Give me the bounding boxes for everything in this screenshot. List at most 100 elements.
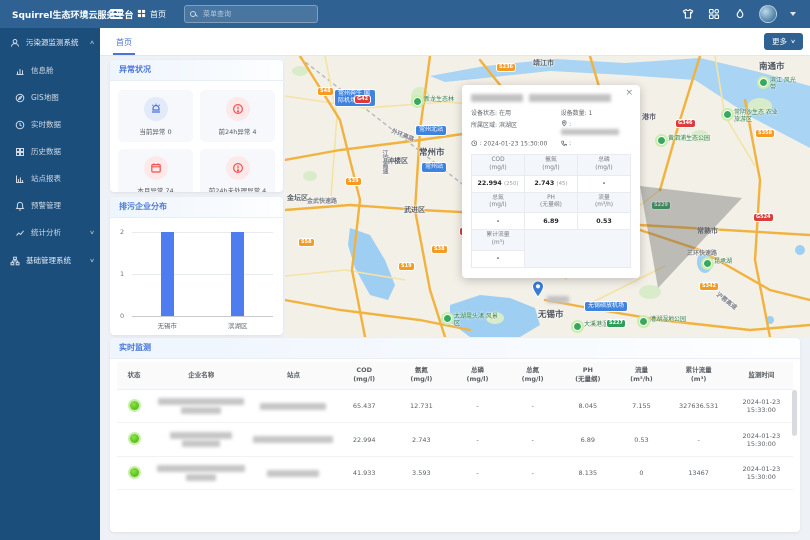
gis-map[interactable]: 靖江市南通市港市常州市钟楼区武进区金坛区无锡市常熟市金武快速路外环高路江宜高速三… [285,56,810,337]
menu-search[interactable] [184,5,318,23]
road-badge: S39 [346,178,361,185]
tab-home[interactable]: 首页 [113,32,135,55]
chart-ytick: 0 [120,312,124,320]
top-bar: Squirrel生态环境云服务平台 首页 [0,0,810,28]
abnormal-card-1[interactable]: 前24h异常 4 [200,90,275,142]
road-badge: G524 [754,214,773,221]
breadcrumb[interactable]: 首页 [137,9,166,20]
table-scrollbar[interactable] [792,390,797,436]
sidebar-menu: 污染源监测系统∧信息舱GIS地图实时数据历史数据站点报表预警管理统计分析∨基础管… [0,28,100,540]
chevron-down-icon[interactable] [790,12,796,16]
stats-icon [15,227,26,238]
chevron-up-icon: ∧ [89,40,95,46]
road-badge: S342 [700,283,718,290]
hamburger-menu-icon[interactable] [110,7,123,21]
report-icon [15,173,26,184]
bar-chart: 012 [132,232,273,316]
info-hub-icon [15,65,26,76]
cell-nh3: 3.593 [393,456,450,490]
chevron-down-icon: ∨ [89,230,95,236]
table-header: 氨氮(mg/l) [393,362,450,389]
sidebar-item-label: 站点报表 [31,173,61,184]
abnormal-card-0[interactable]: 当前异常 0 [118,90,193,142]
company-name-redacted [151,423,251,457]
table-row[interactable]: 41.9333.593--8.1350134672024-01-23 15:30… [117,456,793,490]
sidebar-item-station-report[interactable]: 站点报表 [0,165,100,192]
map-poi-green: 常阴沙生态 农业旅游区 [723,110,780,124]
park-poi-icon [639,317,648,326]
sidebar-item-pollution-system[interactable]: 污染源监测系统∧ [0,28,100,57]
table-header: 总氮(mg/l) [505,362,560,389]
sidebar-item-label: 基础管理系统 [26,255,71,266]
map-pin-icon[interactable] [531,280,545,298]
road-badge: S227 [607,320,625,327]
cell-tn: - [505,456,560,490]
clock-icon [15,119,26,130]
table-header: COD(mg/l) [336,362,393,389]
park-poi-icon [759,78,768,87]
company-name-redacted [151,389,251,423]
sidebar-item-label: 预警管理 [31,200,61,211]
location-icon [561,120,568,129]
chevron-down-icon: ∨ [790,39,796,45]
map-label: 靖江市 [533,58,554,68]
more-button[interactable]: 更多 ∨ [764,33,803,50]
user-avatar[interactable] [759,5,777,23]
grid-icon [137,9,146,20]
chart-category-label: 无锡市 [158,320,178,330]
sidebar-item-realtime-data[interactable]: 实时数据 [0,111,100,138]
table-row[interactable]: 65.43712.731--8.0457.155327636.5312024-0… [117,389,793,423]
cell-time: 2024-01-23 15:30:00 [730,423,793,457]
sidebar-item-label: 信息舱 [31,65,54,76]
sidebar-item-stats-analysis[interactable]: 统计分析∨ [0,219,100,246]
table-header: 流量(m³/h) [615,362,667,389]
road-badge: S19 [399,263,414,270]
road-badge: G42 [355,96,370,103]
cell-cod: 22.994 [336,423,393,457]
panel-title-abnormal: 异常状况 [110,60,283,81]
status-dot-online [130,401,139,410]
sidebar-item-history-data[interactable]: 历史数据 [0,138,100,165]
map-label: 常州市 [419,146,445,158]
abnormal-card-label: 前24h异常 4 [218,126,256,136]
breadcrumb-home[interactable]: 首页 [150,9,166,20]
sidebar-item-alert-manage[interactable]: 预警管理 [0,192,100,219]
cell-time: 2024-01-23 15:33:00 [730,389,793,423]
history-icon [15,146,26,157]
park-poi-icon [723,110,732,119]
status-dot-online [130,434,139,443]
flame-icon[interactable] [733,8,746,21]
cell-ph: 8.045 [560,389,615,423]
search-input[interactable] [201,9,312,19]
park-poi-icon [657,136,666,145]
map-label: 南通市 [759,60,785,72]
table-header: 状态 [117,362,151,389]
map-label: 三环快速路 [687,248,717,257]
cell-nh3: 2.743 [393,423,450,457]
sidebar-item-gis-map[interactable]: GIS地图 [0,84,100,111]
theme-skin-icon[interactable] [681,8,694,21]
alert-circle-icon [226,97,250,121]
table-header: PH(无量纲) [560,362,615,389]
map-label: 港市 [642,112,656,122]
abnormal-card-3[interactable]: 前24h未处理异常 4 [200,149,275,192]
phone-icon [561,140,568,149]
tree-icon [10,255,21,266]
close-icon[interactable]: × [625,88,633,98]
realtime-table: 状态企业名称站点COD(mg/l)氨氮(mg/l)总磷(mg/l)总氮(mg/l… [117,362,793,490]
road-badge: S38 [432,246,447,253]
cell-flow: 0 [615,456,667,490]
abnormal-card-2[interactable]: 本月异常 74 [118,149,193,192]
popup-title-redacted [471,93,631,102]
map-poi-green: 新龙生态林 [413,97,454,106]
table-row[interactable]: 22.9942.743--6.890.53-2024-01-23 15:30:0… [117,423,793,457]
abnormal-status-panel: 异常状况 当前异常 0 前24h异常 4 本月异常 74前24h未处理异常 4 [110,60,283,192]
sidebar-item-label: GIS地图 [31,92,59,103]
sidebar-item-base-system[interactable]: 基础管理系统 ∨ [0,246,100,275]
park-poi-icon [703,259,712,268]
sidebar-item-info-hub[interactable]: 信息舱 [0,57,100,84]
road-badge: S58 [299,239,314,246]
chevron-down-icon: ∨ [89,258,95,264]
main-content: 异常状况 当前异常 0前24h异常 4本月异常 74前24h未处理异常 4 排污… [100,55,810,540]
components-icon[interactable] [707,8,720,21]
